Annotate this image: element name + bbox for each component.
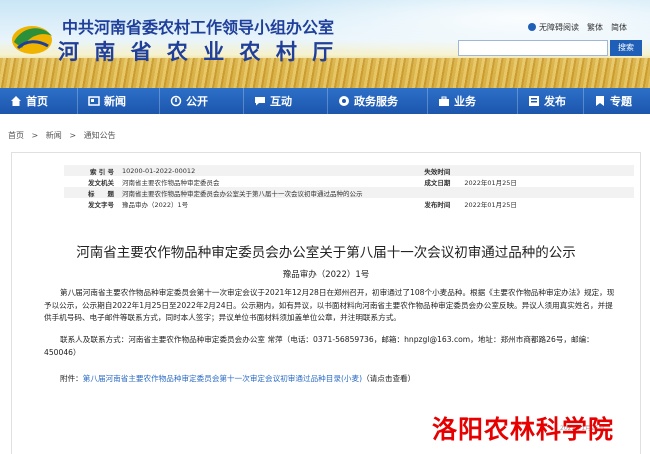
- attachment-link[interactable]: 第八届河南省主要农作物品种审定委员会第十一次审定会议初审通过品种目录(小麦): [83, 374, 362, 383]
- publish-icon: [529, 96, 539, 106]
- nav-item-service[interactable]: 政务服务: [328, 88, 428, 114]
- nav-item-news[interactable]: 新闻: [78, 88, 160, 114]
- news-icon: [88, 96, 100, 106]
- nav-item-publish[interactable]: 发布: [518, 88, 584, 114]
- business-icon: [439, 96, 449, 106]
- meta-docno-label: 发文字号: [88, 200, 114, 209]
- top-links: 无障碍阅读 繁体 简体: [528, 22, 627, 33]
- nav-item-home[interactable]: 首页: [0, 88, 78, 114]
- service-icon: [339, 96, 349, 106]
- breadcrumb-notice[interactable]: 通知公告: [84, 131, 116, 140]
- main-nav: 首页 新闻 公开 互动 政务服务 业务 发布 专题: [0, 88, 650, 114]
- breadcrumb-news[interactable]: 新闻: [46, 131, 62, 140]
- article-panel: 索 引 号 10200-01-2022-00012 失效时间 发文机关 河南省主…: [11, 152, 641, 454]
- search-input[interactable]: [458, 40, 608, 56]
- breadcrumb-home[interactable]: 首页: [8, 131, 24, 140]
- meta-org-value: 河南省主要农作物品种审定委员会: [122, 178, 220, 187]
- meta-date-value: 2022年01月25日: [464, 178, 517, 187]
- accessibility-icon: [528, 23, 536, 31]
- simplified-chinese-link[interactable]: 简体: [611, 22, 627, 33]
- interaction-icon: [255, 97, 265, 106]
- meta-index-value: 10200-01-2022-00012: [118, 165, 421, 176]
- site-title: 河 南 省 农 业 农 村 厅: [58, 39, 338, 64]
- meta-docno-value: 豫品审办（2022）1号: [122, 200, 189, 209]
- article-title: 河南省主要农作物品种审定委员会办公室关于第八届十一次会议初审通过品种的公示: [76, 245, 576, 261]
- meta-pubdate-label: 发布时间: [424, 200, 451, 209]
- meta-title-label: 标 题: [64, 187, 118, 198]
- article-attachment: 附件：第八届河南省主要农作物品种审定委员会第十一次审定会议初审通过品种目录(小麦…: [44, 373, 619, 386]
- meta-expire-label: 失效时间: [420, 165, 461, 176]
- breadcrumb-separator: >: [31, 131, 39, 140]
- meta-title-value: 河南省主要农作物品种审定委员会办公室关于第八届十一次会议初审通过品种的公示: [118, 187, 634, 198]
- breadcrumb-separator: >: [69, 131, 77, 140]
- document-meta-table: 索 引 号 10200-01-2022-00012 失效时间 发文机关 河南省主…: [64, 165, 634, 225]
- nav-item-topic[interactable]: 专题: [584, 88, 650, 114]
- meta-date-label: 成文日期: [424, 178, 451, 187]
- site-logo-icon: [12, 26, 52, 54]
- nav-item-open[interactable]: 公开: [160, 88, 244, 114]
- article-paragraph: 第八届河南省主要农作物品种审定委员会第十一次审定会议于2021年12月28日在郑…: [44, 288, 615, 323]
- accessibility-link[interactable]: 无障碍阅读: [528, 22, 579, 33]
- attachment-label: 附件：: [60, 374, 83, 383]
- org-line: 中共河南省委农村工作领导小组办公室: [62, 18, 335, 37]
- search-button[interactable]: 搜索: [610, 40, 642, 56]
- breadcrumb: 首页 > 新闻 > 通知公告: [8, 130, 116, 141]
- site-banner: 中共河南省委农村工作领导小组办公室 河 南 省 农 业 农 村 厅 无障碍阅读 …: [0, 0, 650, 88]
- article-contact-paragraph: 联系人及联系方式：河南省主要农作物品种审定委员会办公室 常萍（电话：0371-5…: [44, 335, 594, 357]
- attachment-hint: （请点击查看）: [362, 374, 416, 383]
- topic-icon: [596, 96, 604, 106]
- meta-pubdate-value: 2022年01月25日: [464, 200, 517, 209]
- open-info-icon: [170, 95, 182, 107]
- nav-item-business[interactable]: 业务: [428, 88, 518, 114]
- meta-org-label: 发文机关: [88, 178, 114, 187]
- article-doc-number: 豫品审办（2022）1号: [282, 270, 370, 280]
- watermark-text: 洛阳农林科学院: [432, 415, 615, 444]
- meta-expire-value: [460, 165, 634, 176]
- traditional-chinese-link[interactable]: 繁体: [587, 22, 603, 33]
- meta-index-label: 索 引 号: [64, 165, 118, 176]
- nav-item-interaction[interactable]: 互动: [244, 88, 328, 114]
- home-icon: [11, 96, 21, 106]
